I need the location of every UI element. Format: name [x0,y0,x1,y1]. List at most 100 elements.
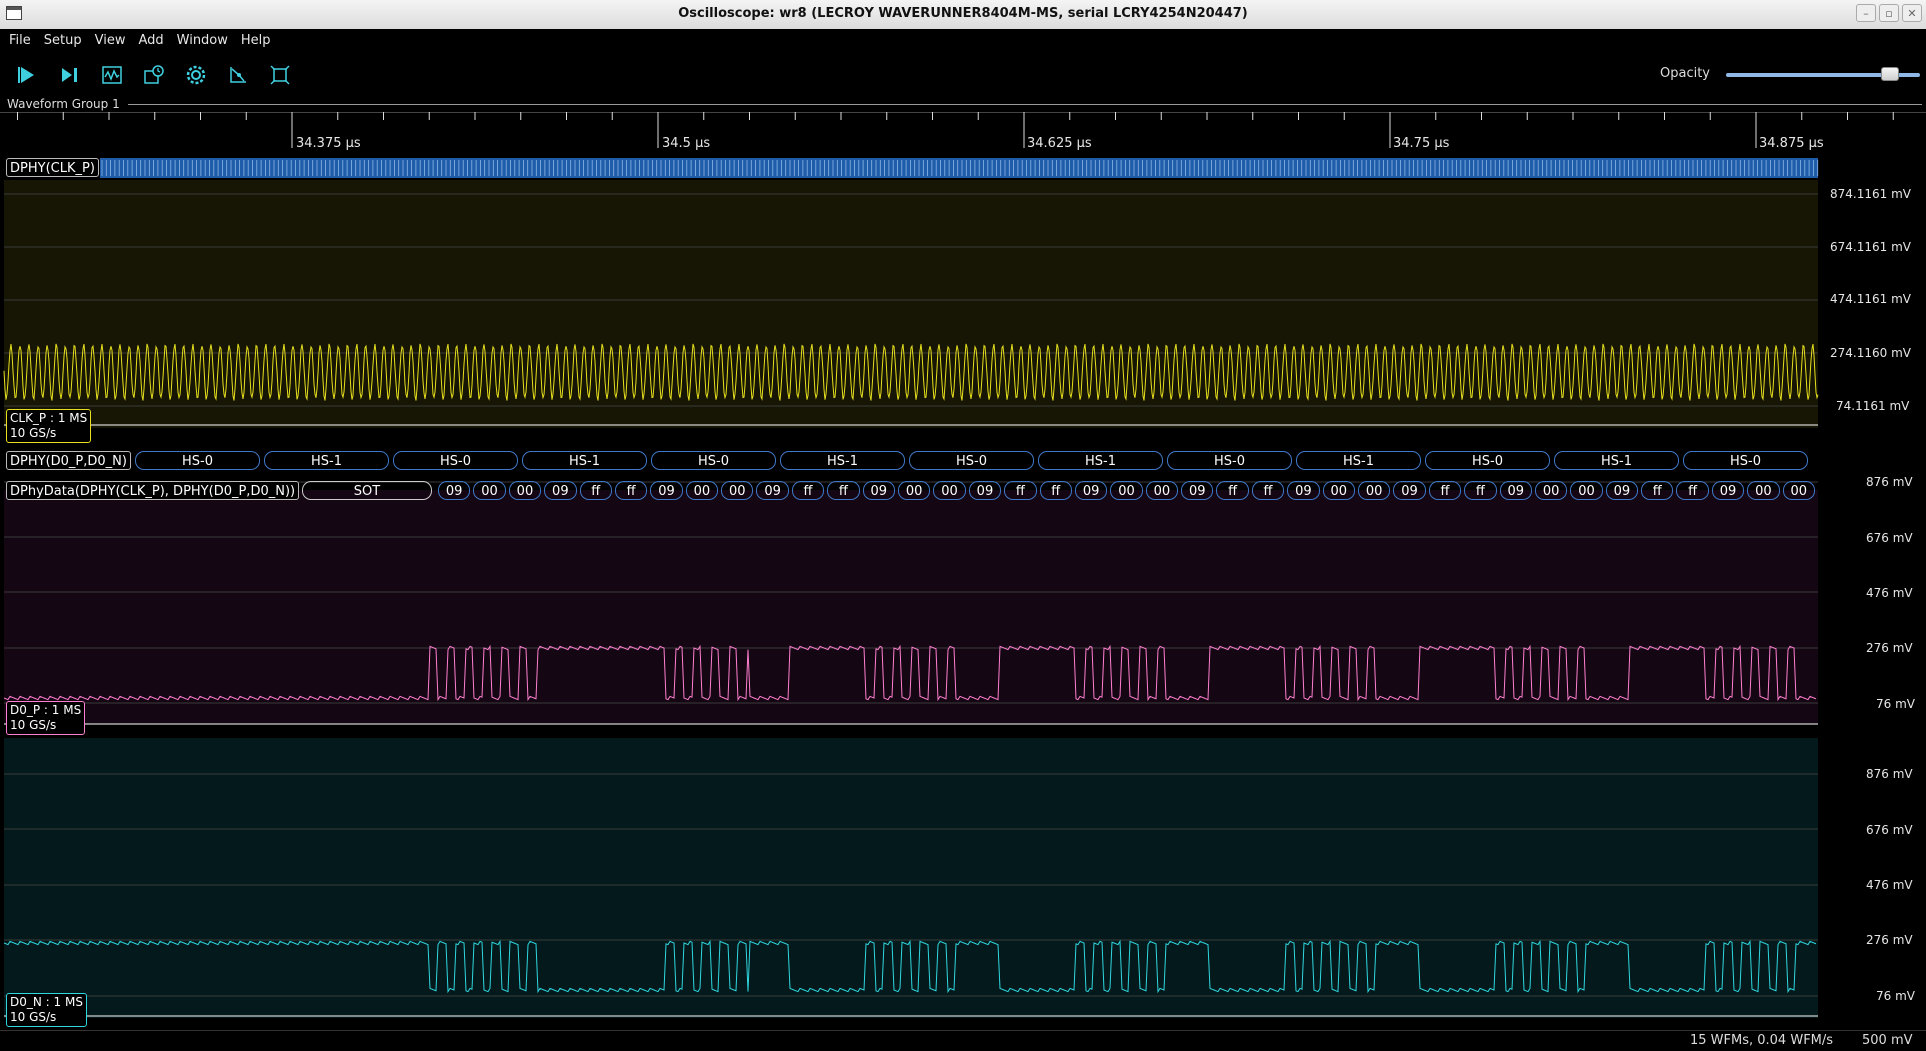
maximize-icon[interactable]: ▫ [1879,4,1899,22]
data-byte[interactable]: 00 [1145,481,1179,500]
data-byte[interactable]: 09 [756,481,789,500]
d0n-waveform [3,939,1817,994]
d0-symbol[interactable]: HS-0 [1683,451,1808,470]
opacity-handle[interactable] [1880,67,1899,81]
d0-symbol[interactable]: HS-1 [1554,451,1679,470]
data-byte[interactable]: 00 [721,481,754,500]
d0n-channel-label[interactable]: D0_N : 1 MS 10 GS/s [6,993,87,1027]
window-title: Oscilloscope: wr8 (LECROY WAVERUNNER8404… [678,6,1248,21]
group-divider [128,104,1922,105]
data-byte[interactable]: 09 [1711,481,1745,500]
d0p-channel-label[interactable]: D0_P : 1 MS 10 GS/s [6,701,86,735]
data-byte[interactable]: 09 [438,481,471,500]
timeline-ruler[interactable]: 34.375 µs 34.5 µs 34.625 µs 34.75 µs 34.… [0,111,1926,156]
clk-channel-label[interactable]: CLK_P : 1 MS 10 GS/s [6,409,92,443]
menu-view[interactable]: View [90,29,130,48]
data-byte[interactable]: 00 [1322,481,1355,500]
measure-button[interactable] [223,60,253,90]
data-byte[interactable]: 09 [544,481,577,500]
data-byte[interactable]: 09 [1181,481,1214,500]
timeline-ticks [0,111,1926,148]
data-protocol-label[interactable]: DPhyData(DPHY(CLK_P), DPHY(D0_P,D0_N)) [6,481,300,500]
fit-screen-button[interactable] [265,60,295,90]
d0n-axis-label: 876 mV [1866,767,1913,781]
time-tick-label: 34.5 µs [662,136,711,151]
menu-add[interactable]: Add [133,29,167,48]
settings-button[interactable] [181,60,211,90]
data-byte[interactable]: 09 [968,481,1002,500]
channel-name: D0_P : 1 MS [10,703,82,717]
data-byte[interactable]: ff [1428,481,1462,500]
data-byte[interactable]: 09 [1074,481,1108,500]
data-byte[interactable]: 09 [650,481,683,500]
time-tick-label: 34.625 µs [1027,136,1092,151]
window-controls: – ▫ ✕ [1856,4,1922,22]
single-trigger-button[interactable] [55,60,85,90]
data-byte[interactable]: ff [1464,481,1497,500]
menu-window[interactable]: Window [172,29,232,48]
d0-symbol[interactable]: HS-1 [780,451,905,470]
d0n-axis-label: 276 mV [1866,933,1913,947]
d0-symbol[interactable]: HS-1 [264,451,389,470]
channel-rate: 10 GS/s [10,1010,57,1024]
channel-rate: 10 GS/s [10,426,57,440]
data-byte[interactable]: ff [1004,481,1037,500]
data-byte[interactable]: 09 [1499,481,1532,500]
fit-screen-icon [270,65,290,85]
data-byte[interactable]: 00 [1570,481,1603,500]
data-byte[interactable]: ff [1676,481,1709,500]
d0-protocol-label[interactable]: DPHY(D0_P,D0_N) [6,451,131,470]
waveform-group-header: Waveform Group 1 [0,96,1926,112]
menu-setup[interactable]: Setup [39,29,86,48]
d0-symbol[interactable]: HS-1 [1296,451,1421,470]
scale-status: 500 mV [1862,1033,1913,1048]
data-byte[interactable]: 09 [862,481,895,500]
d0-symbol[interactable]: HS-0 [135,451,260,470]
d0p-axis-label: 276 mV [1866,641,1913,655]
d0-symbol[interactable]: HS-1 [522,451,647,470]
close-icon[interactable]: ✕ [1902,4,1922,22]
channel-name: D0_N : 1 MS [10,995,83,1009]
data-byte[interactable]: ff [791,481,825,500]
opacity-slider[interactable] [1726,67,1920,81]
menu-file[interactable]: File [4,29,35,48]
data-byte[interactable]: ff [1039,481,1072,500]
data-byte[interactable]: ff [1216,481,1249,500]
data-byte[interactable]: ff [614,481,648,500]
data-byte[interactable]: 00 [1747,481,1780,500]
data-byte[interactable]: 00 [1534,481,1568,500]
d0-symbol[interactable]: HS-0 [651,451,776,470]
data-byte[interactable]: ff [579,481,612,500]
d0p-axis-label: 676 mV [1866,531,1913,545]
data-byte[interactable]: 00 [898,481,931,500]
data-byte[interactable]: ff [1641,481,1674,500]
history-button[interactable] [139,60,169,90]
sot-symbol[interactable]: SOT [302,481,432,500]
wfm-rate-status: 15 WFMs, 0.04 WFM/s [1690,1033,1834,1048]
waveform-button[interactable] [97,60,127,90]
minimize-icon[interactable]: – [1856,4,1876,22]
data-byte[interactable]: ff [827,481,860,500]
d0-symbol[interactable]: HS-0 [393,451,518,470]
clk-protocol-label[interactable]: DPHY(CLK_P) [6,158,99,177]
menu-help[interactable]: Help [236,29,275,48]
data-byte[interactable]: ff [1251,481,1285,500]
data-byte[interactable]: 00 [685,481,719,500]
start-button[interactable] [12,60,42,90]
d0-symbol[interactable]: HS-0 [1425,451,1550,470]
data-byte[interactable]: 09 [1287,481,1320,500]
data-byte[interactable]: 00 [1358,481,1391,500]
data-byte[interactable]: 09 [1605,481,1639,500]
data-byte[interactable]: 00 [1782,481,1815,500]
d0-symbol[interactable]: HS-0 [1167,451,1292,470]
clk-axis-label: 874.1161 mV [1830,187,1911,201]
data-byte[interactable]: 00 [473,481,506,500]
data-byte[interactable]: 00 [508,481,542,500]
d0-symbol[interactable]: HS-1 [1038,451,1163,470]
clk-pane-background [4,180,1818,428]
d0-symbol[interactable]: HS-0 [909,451,1034,470]
data-byte[interactable]: 09 [1393,481,1426,500]
data-byte[interactable]: 00 [933,481,966,500]
menu-bar: File Setup View Add Window Help [0,29,1926,52]
data-byte[interactable]: 00 [1110,481,1143,500]
